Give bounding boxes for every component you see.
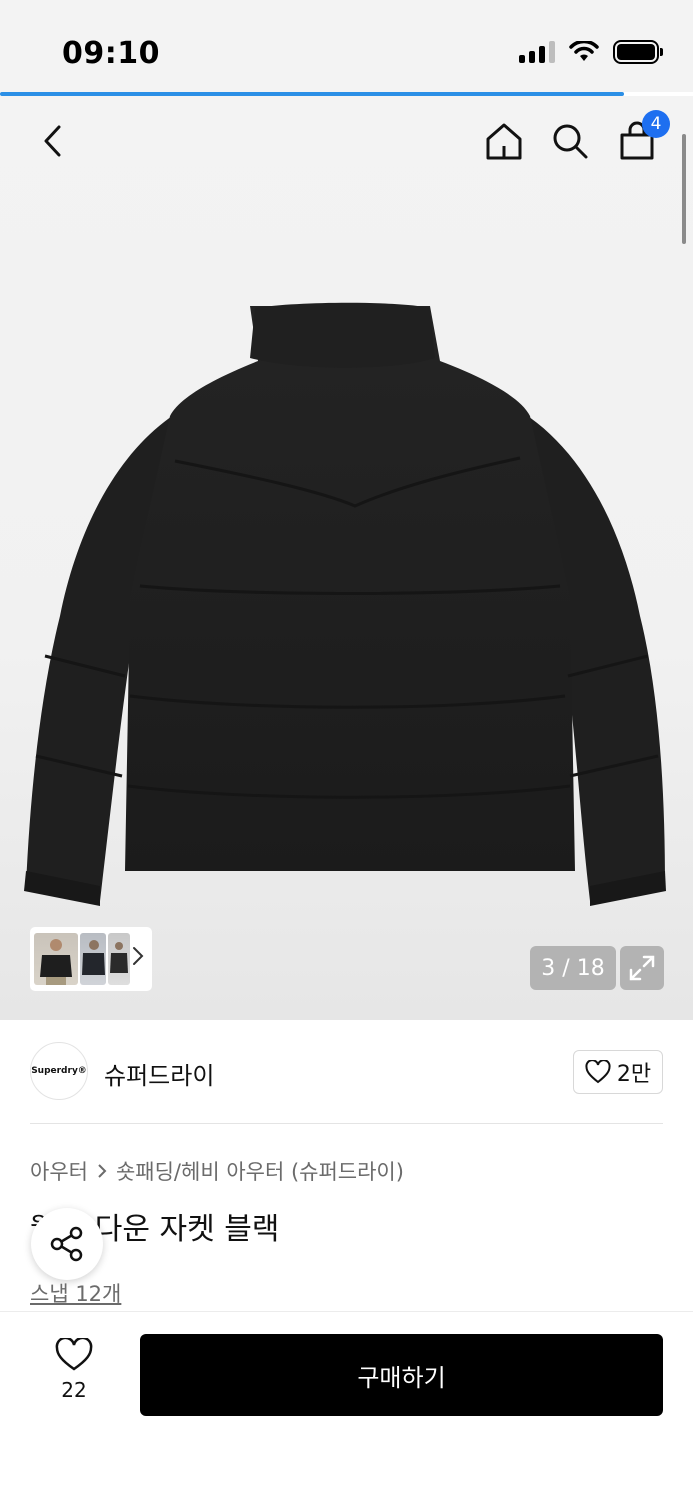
jacket-image <box>24 302 666 906</box>
wishlist-count: 22 <box>61 1378 87 1402</box>
share-icon <box>50 1226 83 1262</box>
home-icon <box>486 123 522 160</box>
thumbnail-1[interactable] <box>34 933 78 985</box>
bottom-action-bar: 22 구매하기 <box>0 1311 693 1500</box>
image-page-counter: 3 / 18 <box>530 946 616 990</box>
brand-like-button[interactable]: 2만 <box>573 1050 663 1094</box>
brand-logo-text: Superdry® <box>31 1066 87 1076</box>
scrollbar[interactable] <box>682 134 686 244</box>
wishlist-button[interactable]: 22 <box>44 1338 104 1418</box>
product-image[interactable] <box>0 96 693 1020</box>
status-bar: 09:10 <box>0 0 693 92</box>
thumbnail-3[interactable] <box>108 933 130 985</box>
search-icon <box>553 124 588 159</box>
brand-row: Superdry® 슈퍼드라이 2만 <box>30 1042 663 1102</box>
top-nav: 4 <box>0 96 693 186</box>
heart-icon <box>55 1338 93 1371</box>
chevron-right-icon[interactable] <box>132 945 144 967</box>
cellular-signal-icon <box>519 41 555 63</box>
chevron-left-icon <box>44 125 61 157</box>
breadcrumb-category[interactable]: 아우터 <box>30 1156 88 1186</box>
expand-image-button[interactable] <box>620 946 664 990</box>
battery-icon <box>613 40 663 64</box>
back-button[interactable] <box>28 116 78 166</box>
brand-logo[interactable]: Superdry® <box>30 1042 88 1100</box>
thumbnail-2[interactable] <box>80 933 106 985</box>
model-thumbnail-image <box>40 939 72 985</box>
wifi-icon <box>569 41 599 61</box>
home-button[interactable] <box>479 116 529 166</box>
model-thumbnail-image <box>110 942 128 973</box>
breadcrumb-subcategory[interactable]: 숏패딩/헤비 아우터 (슈퍼드라이) <box>116 1156 404 1186</box>
buy-button[interactable]: 구매하기 <box>140 1334 663 1416</box>
brand-like-count: 2만 <box>616 1062 652 1087</box>
cart-count-badge: 4 <box>642 110 670 138</box>
status-icons <box>519 40 663 64</box>
thumbnail-strip[interactable] <box>30 927 152 991</box>
chevron-right-icon <box>98 1164 107 1178</box>
expand-icon <box>629 955 655 981</box>
cart-button[interactable]: 4 <box>612 110 670 166</box>
brand-name[interactable]: 슈퍼드라이 <box>104 1056 214 1091</box>
snap-link[interactable]: 스냅 12개 <box>30 1278 121 1308</box>
model-thumbnail-image <box>82 940 105 975</box>
search-button[interactable] <box>545 116 595 166</box>
heart-icon <box>585 1060 611 1084</box>
status-time: 09:10 <box>62 36 160 71</box>
breadcrumb: 아우터 숏패딩/헤비 아우터 (슈퍼드라이) <box>30 1156 404 1186</box>
share-button[interactable] <box>31 1208 103 1280</box>
divider <box>30 1123 663 1124</box>
